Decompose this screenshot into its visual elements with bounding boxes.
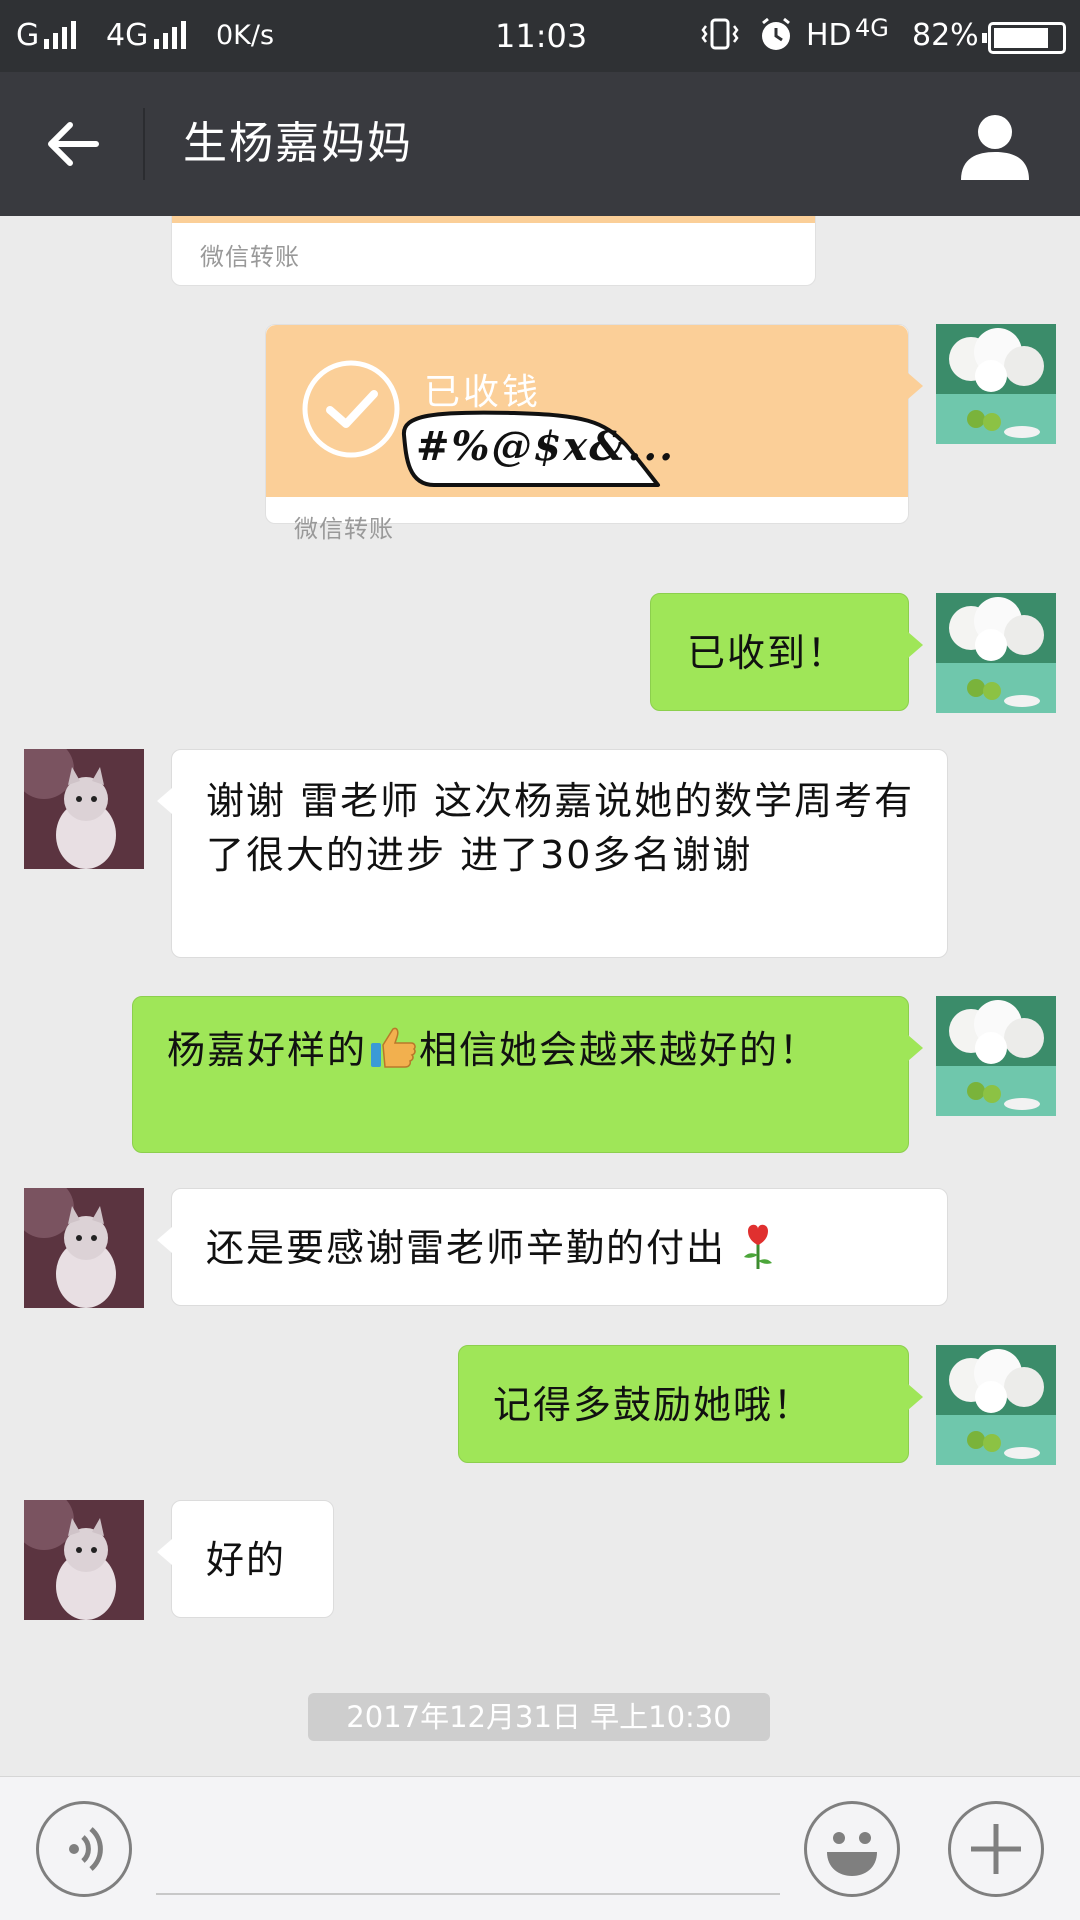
message-text: 谢谢 雷老师 这次杨嘉说她的数学周考有了很大的进步 进了30多名谢谢: [206, 779, 915, 877]
clock: 11:03: [495, 17, 588, 55]
my-avatar[interactable]: [936, 996, 1056, 1116]
my-avatar[interactable]: [936, 1345, 1056, 1465]
emoji-button[interactable]: [804, 1801, 900, 1897]
plus-icon: [971, 1824, 1021, 1874]
message-text: 杨嘉好样的 相信她会越来越好的！: [167, 1021, 887, 1077]
title-divider: [143, 108, 145, 180]
battery-percent: 82%: [912, 18, 979, 53]
transfer-1-footer: 微信转账: [200, 243, 300, 271]
contact-avatar[interactable]: [24, 1500, 144, 1620]
transfer-card-2[interactable]: 已收钱 #%@$x&... 微信转账: [265, 324, 923, 543]
flower-avatar-image: [936, 1345, 1056, 1465]
flower-avatar-image: [936, 324, 1056, 444]
net-speed-label: 0K/s: [216, 20, 275, 51]
profile-icon: [961, 115, 1029, 180]
back-arrow-icon: [48, 122, 99, 166]
cat-avatar-image: [24, 749, 144, 869]
message-bubble-received[interactable]: 还是要感谢雷老师辛勤的付出: [157, 1188, 948, 1306]
transfer-card-1[interactable]: 微信转账: [171, 216, 816, 286]
transfer-2-sticker: #%@$x&...: [394, 405, 673, 489]
voice-button[interactable]: [36, 1801, 132, 1897]
battery-icon: [982, 22, 1066, 54]
message-input[interactable]: [156, 1805, 780, 1895]
carrier-2-label: 4G: [106, 18, 149, 53]
message-bubble-sent[interactable]: 记得多鼓励她哦！: [458, 1345, 923, 1463]
message-text: 还是要感谢雷老师辛勤的付出: [206, 1221, 926, 1275]
flower-avatar-image: [936, 593, 1056, 713]
alarm-icon: [756, 14, 796, 65]
message-bubble-sent[interactable]: 已收到！: [650, 593, 923, 711]
status-bar: G 4G 0K/s 11:03 HD 4G 82%: [0, 0, 1080, 72]
message-bubble-received[interactable]: 谢谢 雷老师 这次杨嘉说她的数学周考有了很大的进步 进了30多名谢谢: [157, 749, 948, 958]
my-avatar[interactable]: [936, 324, 1056, 444]
message-text: 记得多鼓励她哦！: [493, 1383, 814, 1427]
check-circle-icon: [302, 360, 400, 458]
network-type-label: 4G: [855, 14, 889, 42]
signal-1-icon: [36, 16, 76, 56]
chat-area[interactable]: 微信转账 已收钱 #%@$x&... 微信转账 已收到！ 谢谢 雷老师 这次杨嘉…: [0, 216, 1080, 1776]
message-bubble-sent[interactable]: 杨嘉好样的 相信她会越来越好的！: [132, 996, 923, 1153]
hd-label: HD: [806, 18, 852, 53]
chat-title: 生杨嘉妈妈: [183, 118, 413, 169]
cat-avatar-image: [24, 1500, 144, 1620]
profile-button[interactable]: [955, 110, 1035, 182]
cat-avatar-image: [24, 1188, 144, 1308]
contact-avatar[interactable]: [24, 1188, 144, 1308]
timestamp-divider: 2017年12月31日 早上10:30: [308, 1693, 770, 1741]
my-avatar[interactable]: [936, 593, 1056, 713]
back-button[interactable]: [40, 110, 108, 178]
voice-icon: [69, 1827, 103, 1871]
more-button[interactable]: [948, 1801, 1044, 1897]
flower-avatar-image: [936, 996, 1056, 1116]
emoji-icon: [827, 1832, 877, 1876]
message-text: 已收到！: [687, 631, 848, 675]
signal-2-icon: [146, 16, 186, 56]
rose-icon: [736, 1221, 780, 1271]
message-text: 好的: [206, 1538, 287, 1582]
vibrate-icon: [700, 14, 740, 65]
message-bubble-received[interactable]: 好的: [157, 1500, 334, 1618]
title-bar: 生杨嘉妈妈: [0, 72, 1080, 216]
transfer-2-footer: 微信转账: [294, 515, 394, 543]
contact-avatar[interactable]: [24, 749, 144, 869]
thumbs-up-icon: [367, 1021, 419, 1073]
input-bar: [0, 1776, 1080, 1920]
